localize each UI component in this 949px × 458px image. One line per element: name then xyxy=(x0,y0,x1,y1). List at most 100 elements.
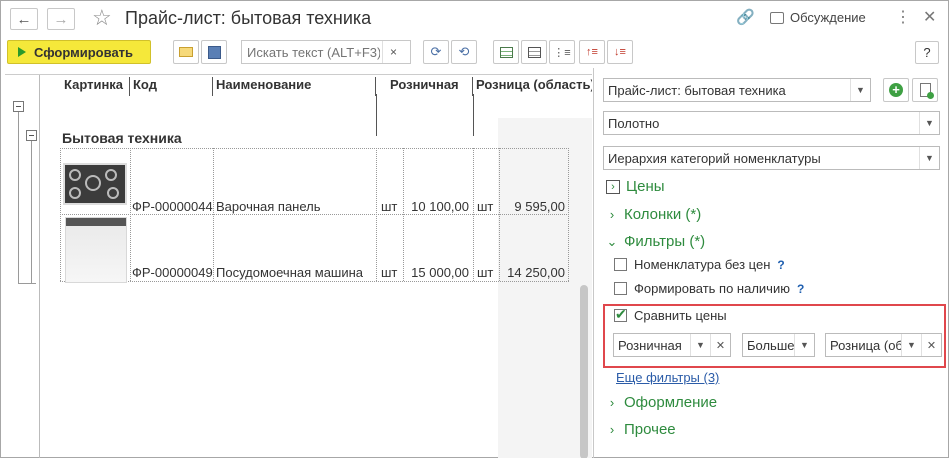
report-variant-select[interactable]: Прайс-лист: бытовая техника ▼ xyxy=(603,78,871,102)
vertical-scrollbar[interactable] xyxy=(580,285,588,458)
column-header-name: Наименование xyxy=(213,77,376,96)
filter-compare-prices[interactable]: Сравнить цены xyxy=(614,306,727,323)
compare-left-select[interactable]: Розничная ▼ ✕ xyxy=(613,333,731,357)
group-levels-button[interactable]: ⋮≡ xyxy=(549,40,575,64)
floppy-icon xyxy=(207,45,221,59)
command-bar: Сформировать × ⟳ ⟲ ⋮≡ ↑≡ ↓≡ ? xyxy=(1,38,948,68)
search-field[interactable]: × xyxy=(241,40,411,64)
checkbox[interactable] xyxy=(614,258,627,271)
compare-right-select[interactable]: Розница (об ▼ ✕ xyxy=(825,333,942,357)
tree-line xyxy=(31,137,32,283)
layout-select[interactable]: Полотно ▼ xyxy=(603,111,940,135)
grid-line xyxy=(60,148,569,149)
chevron-down-icon[interactable]: ▼ xyxy=(919,147,939,169)
chevron-right-icon: › xyxy=(609,207,615,222)
compare-operator-select[interactable]: Больше ▼ xyxy=(742,333,815,357)
forward-button[interactable]: → xyxy=(47,8,75,30)
tree-line xyxy=(18,283,36,284)
chevron-down-icon[interactable]: ▼ xyxy=(794,334,814,356)
envelope-icon xyxy=(179,47,193,57)
grid-line xyxy=(473,148,474,281)
chevron-down-icon[interactable]: ▼ xyxy=(901,334,921,356)
generate-button[interactable]: Сформировать xyxy=(7,40,151,64)
chevron-down-icon[interactable]: ▼ xyxy=(690,334,710,356)
clear-icon[interactable]: ✕ xyxy=(921,334,941,356)
discussion-label: Обсуждение xyxy=(790,10,866,25)
section-filters[interactable]: ⌄ Фильтры (*) xyxy=(606,233,706,250)
filter-compare-label: Сравнить цены xyxy=(634,308,727,323)
collapse-level2-icon[interactable] xyxy=(26,130,37,141)
edit-report-button[interactable] xyxy=(493,40,519,64)
arrow-right-icon: → xyxy=(53,10,69,28)
row-unit: шт xyxy=(381,199,398,214)
help-icon[interactable]: ? xyxy=(777,258,784,272)
grid-line xyxy=(60,148,61,281)
column-header-code: Код xyxy=(130,77,213,96)
discussion-button[interactable]: Обсуждение xyxy=(770,10,866,25)
link-icon[interactable]: 🔗 xyxy=(736,8,755,26)
column-header-retail: Розничная xyxy=(376,77,473,96)
search-input[interactable] xyxy=(242,43,382,61)
grid-view-button[interactable] xyxy=(521,40,547,64)
add-variant-button[interactable]: + xyxy=(883,78,909,102)
search-back-button[interactable]: ⟲ xyxy=(451,40,477,64)
search-back-icon: ⟲ xyxy=(458,44,470,59)
row-name: Посудомоечная машина xyxy=(216,265,364,280)
section-prices-label: Цены xyxy=(626,178,665,195)
grid-line xyxy=(499,148,500,281)
filter-no-prices[interactable]: Номенклатура без цен ? xyxy=(614,257,785,272)
row-retail-region-price: 14 250,00 xyxy=(507,265,565,280)
section-columns-label: Колонки (*) xyxy=(624,206,702,223)
search-forward-icon: ⟳ xyxy=(430,44,442,59)
report-document[interactable]: Картинка Код Наименование Розничная Розн… xyxy=(5,74,592,458)
generate-label: Сформировать xyxy=(34,44,134,60)
section-other[interactable]: › Прочее xyxy=(606,421,676,438)
header-divider xyxy=(376,94,377,136)
layout-value: Полотно xyxy=(608,115,660,131)
row-unit: шт xyxy=(477,199,494,214)
section-prices[interactable]: › Цены xyxy=(606,178,665,195)
new-variant-button[interactable] xyxy=(912,78,938,102)
column-header-retail-region: Розница (область) xyxy=(476,77,592,92)
filter-by-stock-label: Формировать по наличию xyxy=(634,281,790,296)
sort-ascending-icon: ↑≡ xyxy=(586,46,598,58)
plus-icon: + xyxy=(889,83,903,97)
sort-descending-icon: ↓≡ xyxy=(614,46,626,58)
chevron-down-icon[interactable]: ▼ xyxy=(850,79,870,101)
burner-shape xyxy=(105,169,117,181)
checkbox-checked[interactable] xyxy=(614,306,627,323)
row-code: ФР-00000049 xyxy=(132,265,213,280)
page-title: Прайс-лист: бытовая техника xyxy=(125,8,372,28)
help-icon[interactable]: ? xyxy=(797,282,804,296)
sort-asc-button[interactable]: ↑≡ xyxy=(579,40,605,64)
tree-line xyxy=(18,105,19,283)
checkbox[interactable] xyxy=(614,282,627,295)
more-menu-icon[interactable]: ⋮ xyxy=(895,7,911,27)
filter-no-prices-label: Номенклатура без цен xyxy=(634,257,771,272)
sort-desc-button[interactable]: ↓≡ xyxy=(607,40,633,64)
row-retail-price: 10 100,00 xyxy=(411,199,469,214)
send-email-button[interactable] xyxy=(173,40,199,64)
hierarchy-select[interactable]: Иерархия категорий номенклатуры ▼ xyxy=(603,146,940,170)
search-clear-button[interactable]: × xyxy=(382,41,404,63)
chevron-down-icon[interactable]: ▼ xyxy=(919,112,939,134)
save-button[interactable] xyxy=(201,40,227,64)
star-icon[interactable]: ☆ xyxy=(92,6,112,30)
grid-line xyxy=(60,281,569,282)
chevron-right-icon: › xyxy=(609,395,615,410)
back-button[interactable]: ← xyxy=(10,8,38,30)
section-other-label: Прочее xyxy=(624,421,676,438)
search-next-button[interactable]: ⟳ xyxy=(423,40,449,64)
collapse-level1-icon[interactable] xyxy=(13,101,24,112)
burner-shape xyxy=(69,187,81,199)
close-icon[interactable]: ✕ xyxy=(923,7,936,27)
section-columns[interactable]: › Колонки (*) xyxy=(606,206,701,223)
more-filters-link[interactable]: Еще фильтры (3) xyxy=(616,370,719,385)
compare-operator-value: Больше xyxy=(747,337,794,353)
section-appearance[interactable]: › Оформление xyxy=(606,394,717,411)
clear-icon[interactable]: ✕ xyxy=(710,334,730,356)
help-button[interactable]: ? xyxy=(915,41,939,64)
grid-line xyxy=(60,214,569,215)
burner-shape xyxy=(107,187,119,199)
filter-by-stock[interactable]: Формировать по наличию ? xyxy=(614,281,804,296)
